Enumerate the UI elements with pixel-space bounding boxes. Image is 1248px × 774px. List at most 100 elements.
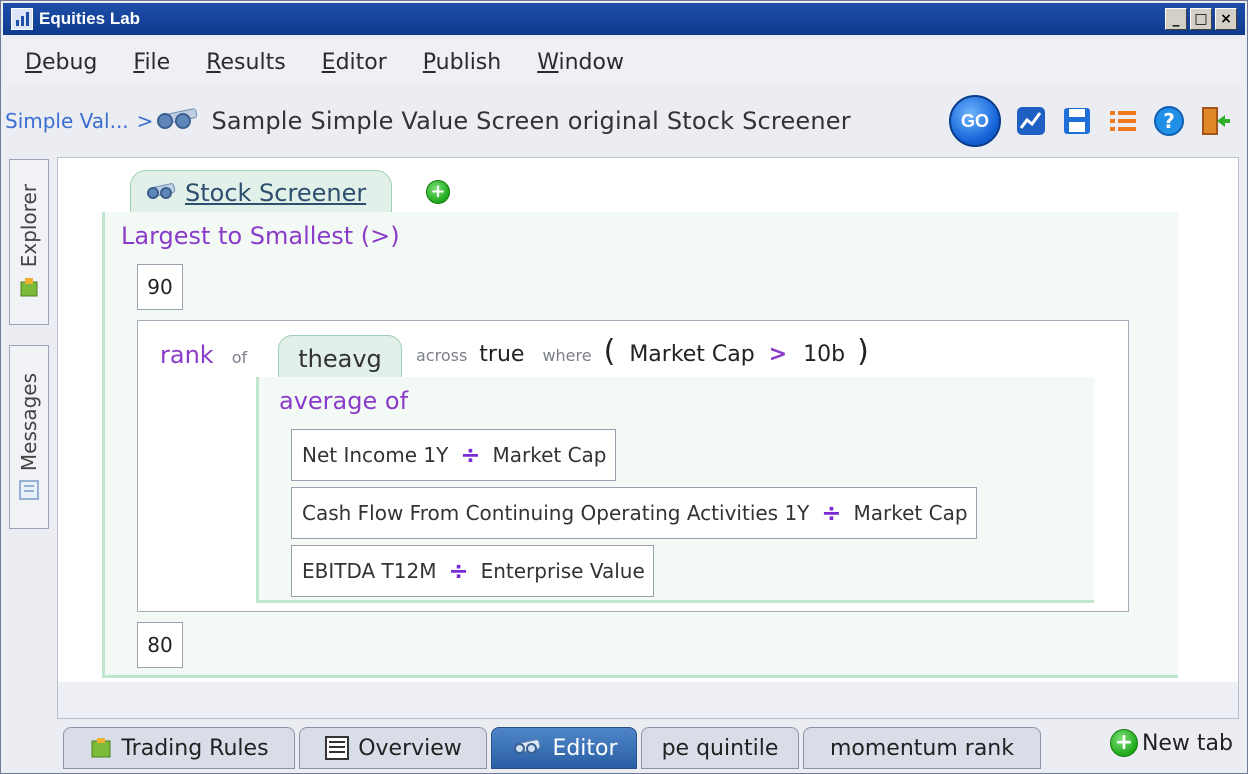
menu-file-mnemonic: F: [133, 49, 145, 75]
menu-results-label: esults: [220, 49, 286, 75]
new-tab-button[interactable]: + New tab: [1109, 729, 1233, 757]
tab-stock-screener-label: Stock Screener: [185, 178, 367, 207]
formula-right: Market Cap: [492, 443, 607, 467]
menu-file[interactable]: File: [133, 50, 170, 75]
close-button[interactable]: ×: [1215, 8, 1237, 30]
formula-row[interactable]: Cash Flow From Continuing Operating Acti…: [291, 487, 977, 539]
window-title: Equities Lab: [39, 9, 141, 28]
condition-field[interactable]: Market Cap: [629, 342, 754, 367]
theavg-variable-tab[interactable]: theavg: [278, 335, 402, 381]
formula-left: Cash Flow From Continuing Operating Acti…: [302, 501, 810, 525]
menu-file-label: ile: [144, 49, 171, 75]
explorer-icon: [20, 277, 38, 297]
editor-canvas: Stock Screener + Largest to Smallest (>)…: [57, 157, 1239, 719]
open-paren: (: [603, 334, 616, 369]
menu-publish-label: ublish: [435, 49, 502, 75]
formula-left: EBITDA T12M: [302, 559, 437, 583]
menu-debug[interactable]: Debug: [25, 50, 97, 75]
maximize-button[interactable]: □: [1190, 8, 1212, 30]
upper-value-field[interactable]: 90: [137, 264, 183, 310]
menu-results-mnemonic: R: [206, 49, 221, 75]
formula-row[interactable]: Net Income 1Y ÷ Market Cap: [291, 429, 616, 481]
tab-editor[interactable]: Editor: [491, 727, 637, 769]
add-screener-button[interactable]: +: [426, 180, 450, 204]
messages-label: Messages: [17, 372, 41, 472]
of-keyword: of: [231, 348, 248, 367]
toolbar: GO ?: [949, 91, 1231, 151]
trading-rules-icon: [91, 738, 111, 758]
messages-icon: [19, 480, 39, 500]
divide-operator[interactable]: ÷: [460, 441, 480, 469]
tab-overview-label: Overview: [358, 735, 462, 761]
breadcrumb: Simple Val... > Sample Simple Value Scre…: [3, 91, 1245, 151]
across-value[interactable]: true: [479, 342, 524, 367]
binoculars-icon: [157, 107, 203, 133]
svg-text:?: ?: [1163, 109, 1175, 133]
explorer-label: Explorer: [17, 184, 41, 268]
tab-momentum-rank-label: momentum rank: [829, 735, 1014, 761]
window-controls: _ □ ×: [1165, 8, 1237, 30]
sort-block: Largest to Smallest (>) 90 rank of theav…: [102, 212, 1178, 678]
breadcrumb-separator: >: [136, 109, 154, 133]
go-button[interactable]: GO: [949, 95, 1001, 147]
formula-right: Market Cap: [853, 501, 968, 525]
help-icon[interactable]: ?: [1153, 105, 1185, 137]
condition-value[interactable]: 10b: [803, 342, 845, 367]
formula-right: Enterprise Value: [480, 559, 645, 583]
save-icon[interactable]: [1061, 105, 1093, 137]
exit-icon[interactable]: [1199, 105, 1231, 137]
menu-window[interactable]: Window: [537, 50, 624, 75]
rank-keyword[interactable]: rank: [160, 341, 214, 369]
average-block: average of Net Income 1Y ÷ Market Cap Ca…: [256, 377, 1094, 603]
chart-icon[interactable]: [1015, 105, 1047, 137]
tab-editor-label: Editor: [552, 735, 618, 761]
lower-value-field[interactable]: 80: [137, 622, 183, 668]
app-logo-icon: [11, 8, 33, 30]
rank-keyword-line: rank of: [160, 341, 247, 369]
average-of-heading[interactable]: average of: [279, 387, 408, 415]
tab-momentum-rank[interactable]: momentum rank: [803, 727, 1041, 769]
tab-trading-rules-label: Trading Rules: [121, 735, 269, 761]
tab-overview[interactable]: Overview: [299, 727, 487, 769]
formula-left: Net Income 1Y: [302, 443, 449, 467]
tab-stock-screener[interactable]: Stock Screener: [130, 170, 392, 214]
sort-order-heading[interactable]: Largest to Smallest (>): [121, 222, 400, 250]
condition-operator[interactable]: >: [769, 342, 787, 367]
title-bar[interactable]: Equities Lab _ □ ×: [3, 3, 1245, 35]
tab-trading-rules[interactable]: Trading Rules: [63, 727, 295, 769]
menu-publish-mnemonic: P: [422, 49, 436, 75]
tab-pe-quintile-label: pe quintile: [661, 735, 779, 761]
messages-dock-tab[interactable]: Messages: [9, 345, 49, 529]
close-paren: ): [857, 334, 869, 369]
menu-window-mnemonic: W: [537, 49, 559, 75]
menu-publish[interactable]: Publish: [423, 50, 501, 75]
formula-row[interactable]: EBITDA T12M ÷ Enterprise Value: [291, 545, 654, 597]
rank-block: rank of theavg across true where ( Marke…: [137, 320, 1129, 612]
where-keyword: where: [542, 346, 592, 365]
menu-editor-label: ditor: [335, 49, 387, 75]
menu-debug-mnemonic: D: [25, 49, 42, 75]
new-tab-label: New tab: [1141, 730, 1233, 756]
editor-tab-icon: [514, 738, 544, 757]
menu-window-label: indow: [558, 49, 624, 75]
editor-footer: [58, 682, 1238, 718]
menu-results[interactable]: Results: [206, 50, 285, 75]
across-keyword: across: [416, 346, 468, 365]
menu-bar: Debug File Results Editor Publish Window: [3, 39, 1245, 85]
rank-condition: across true where ( Market Cap > 10b ): [416, 334, 869, 369]
page-title: Sample Simple Value Screen original Stoc…: [211, 107, 851, 135]
list-icon[interactable]: [1107, 105, 1139, 137]
stock-screener-icon: [147, 182, 179, 203]
menu-debug-label: ebug: [41, 49, 98, 75]
breadcrumb-parent-link[interactable]: Simple Val...: [5, 109, 129, 133]
menu-editor-mnemonic: E: [321, 49, 336, 75]
tab-pe-quintile[interactable]: pe quintile: [641, 727, 799, 769]
divide-operator[interactable]: ÷: [821, 499, 841, 527]
minimize-button[interactable]: _: [1165, 8, 1187, 30]
overview-icon: [325, 736, 350, 760]
plus-icon: +: [1109, 729, 1138, 757]
app-window: Equities Lab _ □ × Debug File Results Ed…: [0, 0, 1248, 774]
explorer-dock-tab[interactable]: Explorer: [9, 159, 49, 325]
divide-operator[interactable]: ÷: [448, 557, 468, 585]
menu-editor[interactable]: Editor: [322, 50, 387, 75]
